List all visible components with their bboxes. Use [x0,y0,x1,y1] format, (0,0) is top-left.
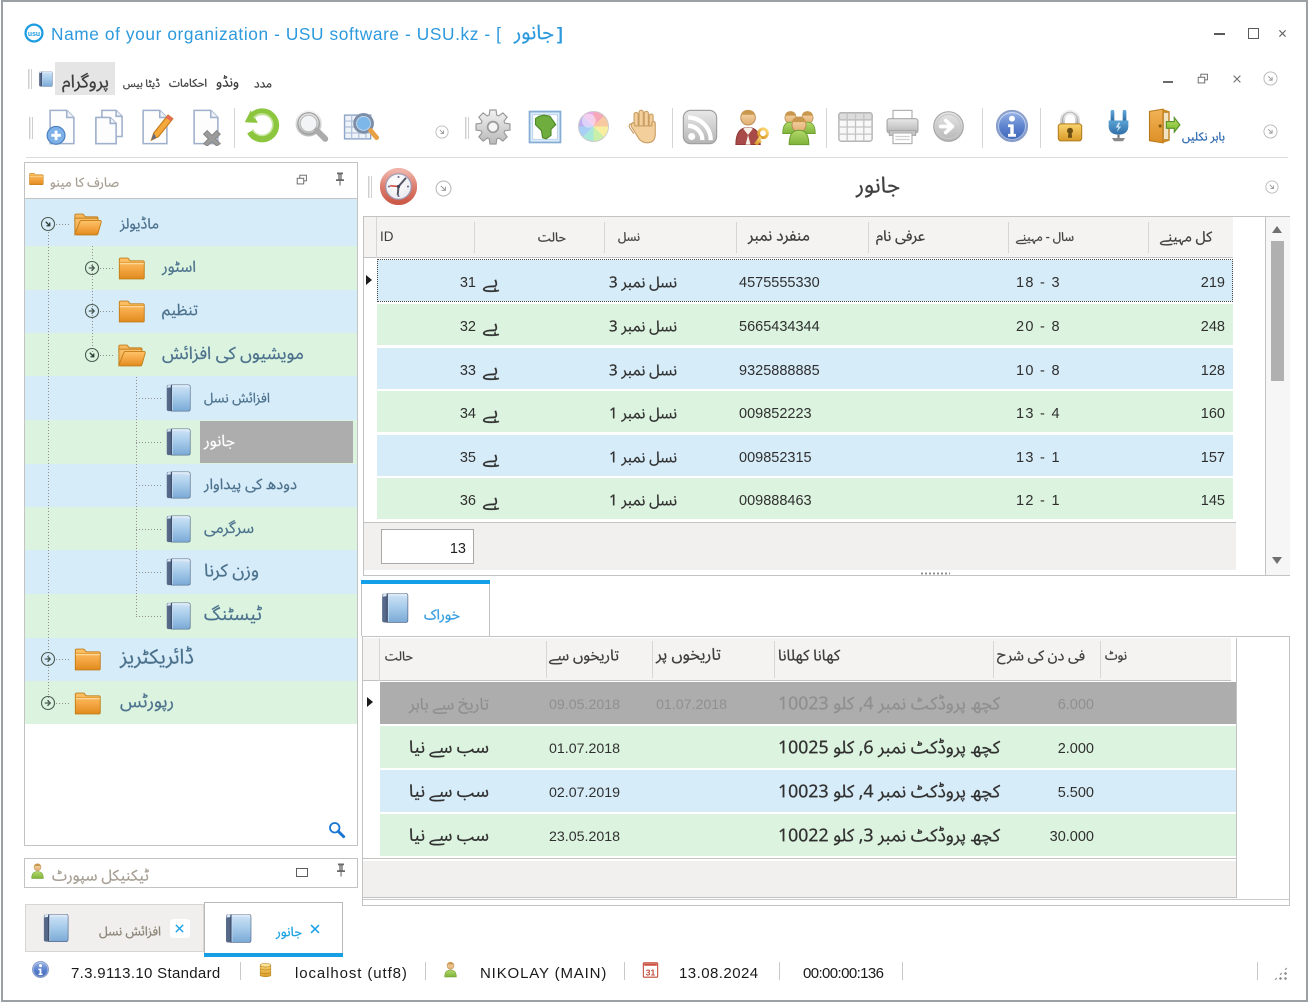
svg-text:31: 31 [646,967,656,977]
svg-text:usu: usu [28,31,40,38]
